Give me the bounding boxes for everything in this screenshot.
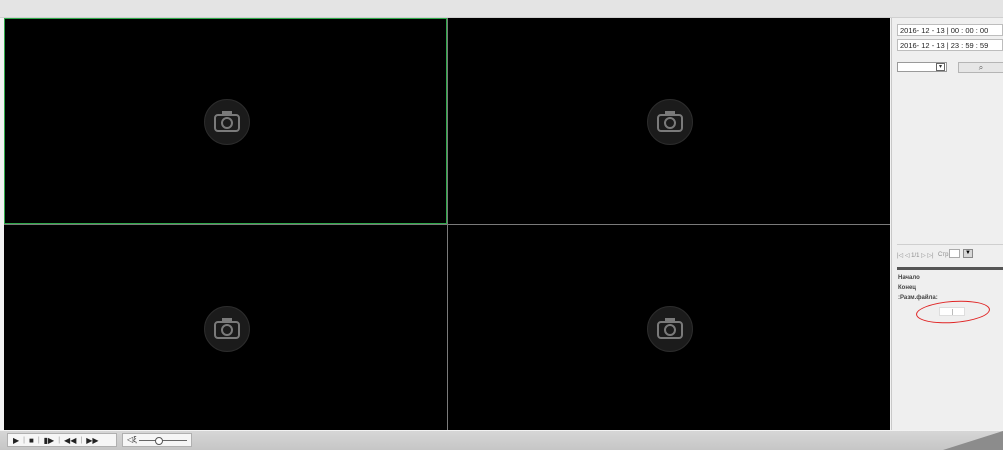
step-forward-button[interactable]: ▮▶	[44, 436, 55, 445]
rewind-button[interactable]: ◀◀	[64, 436, 76, 445]
camera-icon	[203, 99, 250, 145]
arrow-down-icon: ▼	[965, 250, 971, 256]
page-go-button[interactable]: ▼	[963, 249, 973, 258]
file-size-label: :Разм.файла:	[898, 295, 938, 301]
chevron-down-icon: ▾	[936, 63, 945, 71]
video-channel-1[interactable]	[4, 18, 447, 224]
speaker-icon[interactable]: ◁ξ	[127, 435, 137, 444]
player-toolbar: ▶ | ■ | ▮▶ | ◀◀ | ▶▶ ◁ξ	[0, 431, 1003, 450]
corner-decoration	[943, 431, 1003, 450]
pagination-controls[interactable]: |◁ ◁ 1/1 ▷ ▷|	[897, 252, 934, 259]
end-datetime-input[interactable]: 2016- 12 - 13 | 23 : 59 : 59	[897, 39, 1003, 51]
volume-control: ◁ξ	[122, 433, 192, 447]
page-number-input[interactable]	[949, 249, 960, 258]
fast-forward-button[interactable]: ▶▶	[86, 436, 98, 445]
divider	[897, 244, 1003, 245]
playback-controls: ▶ | ■ | ▮▶ | ◀◀ | ▶▶	[7, 433, 117, 447]
play-button[interactable]: ▶	[13, 436, 19, 445]
video-channel-4[interactable]	[448, 225, 890, 430]
start-datetime-input[interactable]: 2016- 12 - 13 | 00 : 00 : 00	[897, 24, 1003, 36]
volume-slider-handle[interactable]	[155, 437, 164, 445]
stop-button[interactable]: ■	[29, 436, 34, 445]
video-grid	[4, 18, 890, 430]
start-time-label: Начало	[898, 275, 920, 281]
camera-icon	[647, 305, 693, 352]
video-channel-2[interactable]	[448, 18, 890, 224]
camera-icon	[647, 99, 693, 145]
file-size-field	[939, 307, 965, 316]
search-button[interactable]: ⌕	[958, 62, 1003, 73]
record-type-select[interactable]: ▾	[897, 62, 947, 72]
search-icon: ⌕	[978, 63, 984, 72]
top-bar	[0, 0, 1003, 18]
end-time-label: Конец	[898, 285, 916, 291]
playback-search-panel: 2016- 12 - 13 | 00 : 00 : 00 2016- 12 - …	[891, 18, 1003, 430]
video-channel-3[interactable]	[4, 225, 447, 430]
panel-divider	[897, 267, 1003, 270]
camera-icon	[203, 305, 250, 352]
